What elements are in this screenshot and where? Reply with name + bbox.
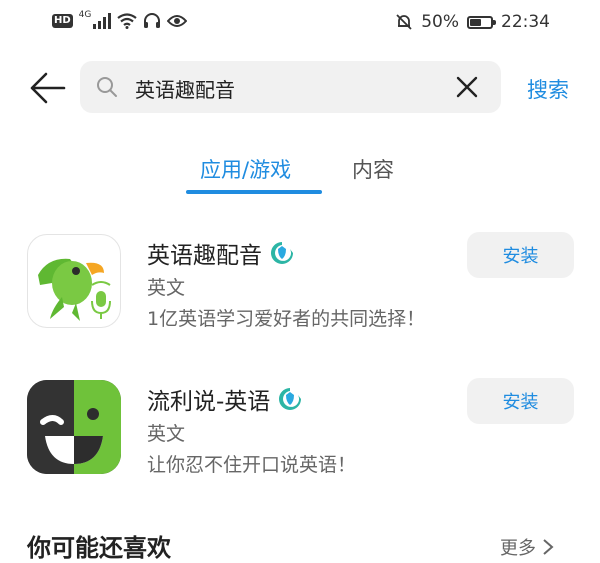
app-name[interactable]: 英语趣配音 [147, 236, 294, 270]
clock: 22:34 [501, 12, 550, 32]
battery-percent: 50% [421, 12, 459, 32]
status-right: 50% 22:34 [395, 12, 550, 32]
app-name-text: 流利说-英语 [147, 389, 271, 415]
app-name-text: 英语趣配音 [147, 243, 262, 269]
battery-level [470, 18, 481, 26]
search-input[interactable]: 英语趣配音 [80, 61, 501, 113]
recommend-title: 你可能还喜欢 [27, 534, 171, 562]
app-result-row[interactable]: 流利说-英语 英文 让你忍不住开口说英语！ 安装 [0, 376, 600, 476]
back-arrow-icon[interactable] [26, 68, 66, 108]
more-label: 更多 [500, 538, 536, 559]
clear-icon[interactable] [455, 75, 479, 99]
tab-apps-games[interactable]: 应用/游戏 [200, 154, 291, 184]
app-description: 让你忍不住开口说英语！ [147, 454, 357, 476]
app-category: 英文 [147, 277, 186, 299]
install-button[interactable]: 安装 [467, 378, 574, 424]
headphones-icon [144, 13, 161, 28]
qupeiyin-app-icon[interactable] [27, 234, 121, 328]
verified-shield-icon [279, 388, 302, 410]
search-icon [97, 77, 117, 97]
status-bar: HD 4G 50% 22:34 [0, 0, 600, 46]
wifi-icon [117, 13, 138, 29]
search-button[interactable]: 搜索 [527, 74, 569, 104]
app-description: 1亿英语学习爱好者的共同选择！ [147, 308, 426, 330]
verified-shield-icon [271, 242, 293, 264]
signal-icon [93, 13, 112, 29]
network-type: 4G [78, 10, 92, 20]
hd-badge: HD [52, 14, 73, 28]
app-name[interactable]: 流利说-英语 [147, 382, 302, 416]
chevron-right-icon [543, 539, 554, 555]
search-query[interactable]: 英语趣配音 [135, 74, 235, 103]
app-result-row[interactable]: 英语趣配音 英文 1亿英语学习爱好者的共同选择！ 安装 [0, 230, 600, 330]
app-category: 英文 [147, 423, 186, 445]
parrot-icon [38, 258, 111, 321]
install-button[interactable]: 安装 [467, 232, 574, 278]
mute-bell-icon [396, 14, 412, 30]
liulishuo-face-icon [27, 380, 121, 474]
battery-icon [467, 15, 496, 29]
eye-icon [167, 15, 188, 27]
liulishuo-app-icon[interactable] [27, 380, 121, 474]
status-left: HD 4G [52, 10, 188, 29]
active-tab-indicator [186, 190, 322, 194]
tab-content[interactable]: 内容 [352, 154, 394, 184]
more-link[interactable]: 更多 [500, 534, 554, 560]
